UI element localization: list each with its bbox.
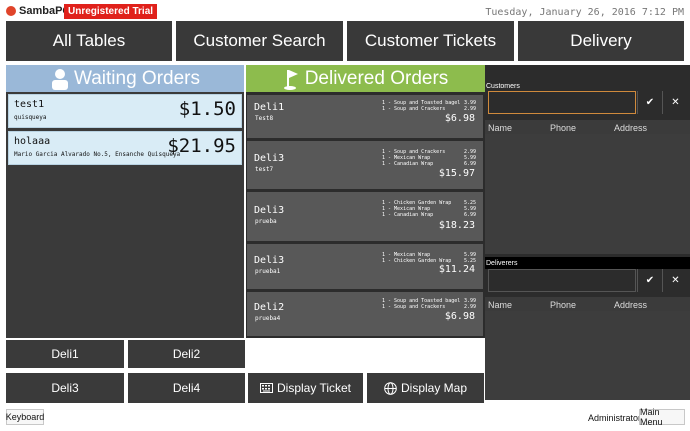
order-line: 1 - Soup and Crackers 2.99 [382,106,476,112]
order-customer: prueba1 [255,268,281,275]
order-total: $18.23 [438,220,475,231]
order-total: $6.98 [444,113,475,124]
confirm-deliverer-button[interactable]: ✔ [637,269,662,292]
order-address: quisqueya [14,114,47,121]
display-ticket-button[interactable]: Display Ticket [248,373,363,403]
order-total: $6.98 [444,311,475,322]
delivered-order-card[interactable]: Deli3 test7 1 - Soup and Crackers 2.99 1 … [247,141,483,189]
main-menu-button[interactable]: Main Menu [639,407,685,427]
order-deliverer: Deli1 [254,102,285,113]
order-name: test1 [14,99,45,110]
column-name: Name [488,123,513,133]
waiting-order-row[interactable]: holaaa Mario Garcia Alvarado No.5, Ensan… [8,131,242,165]
order-lines: 1 - Soup and Crackers 2.99 1 - Mexican Wr… [382,149,476,167]
order-address: Mario Garcia Alvarado No.5, Ensanche Qui… [14,151,181,158]
delivered-order-card[interactable]: Deli2 prueba4 1 - Soup and Toasted bagel… [247,292,483,336]
order-deliverer: Deli2 [254,302,285,313]
close-icon: ✕ [671,97,680,108]
deliverer-search-input[interactable] [488,269,636,292]
waiting-orders-header: Waiting Orders [6,65,244,92]
customers-grid-header: Name Phone Address [485,120,690,134]
order-price: $21.95 [167,135,236,157]
order-name: holaaa [14,136,51,147]
datetime-display: Tuesday, January 26, 2016 7:12 PM [485,7,684,18]
delivered-orders-header: Delivered Orders [246,65,485,92]
order-line: 1 - Soup and Crackers 2.99 [382,304,476,310]
cancel-deliverer-button[interactable]: ✕ [662,269,688,292]
column-name: Name [488,300,513,310]
column-phone: Phone [550,123,577,133]
order-total: $15.97 [438,168,475,179]
customers-grid[interactable] [485,134,690,254]
order-customer: test7 [255,166,274,173]
order-deliverer: Deli3 [254,153,285,164]
order-line: 1 - Canadian Wrap 6.99 [382,212,476,218]
deli2-button[interactable]: Deli2 [128,340,245,368]
delivered-order-card[interactable]: Deli3 prueba1 1 - Mexican Wrap 5.99 1 - C… [247,244,483,289]
customer-search-input[interactable] [488,91,636,114]
order-total: $11.24 [438,264,475,275]
order-deliverer: Deli3 [254,255,285,266]
deli3-button[interactable]: Deli3 [6,373,124,403]
customer-panel: Customers ✔ ✕ Name Phone Address Deliver… [485,65,690,400]
person-icon [52,68,68,90]
deliverers-grid-header: Name Phone Address [485,297,690,311]
waiting-orders-panel: Waiting Orders test1 quisqueya $1.50 hol… [6,65,244,338]
deliverers-label: Deliverers [486,260,518,267]
order-customer: prueba [255,218,277,225]
keyboard-icon [259,383,273,393]
current-user: Administrator [588,413,642,423]
customers-label: Customers [486,83,520,90]
column-address: Address [614,123,648,133]
order-lines: 1 - Soup and Toasted bagel 3.99 1 - Soup … [382,298,476,310]
customer-tickets-button[interactable]: Customer Tickets [347,21,514,61]
cancel-customer-button[interactable]: ✕ [662,91,688,114]
globe-icon [384,381,397,395]
golf-flag-icon [283,69,298,90]
keyboard-button[interactable]: Keyboard [6,409,44,425]
delivered-order-card[interactable]: Deli1 Test8 1 - Soup and Toasted bagel 3.… [247,95,483,138]
close-icon: ✕ [671,275,680,286]
order-customer: prueba4 [255,315,281,322]
deliverers-label-bar: Deliverers [485,257,690,269]
order-lines: 1 - Mexican Wrap 5.99 1 - Chicken Garden … [382,252,476,264]
deli1-button[interactable]: Deli1 [6,340,124,368]
waiting-orders-title: Waiting Orders [74,67,200,89]
waiting-order-row[interactable]: test1 quisqueya $1.50 [8,94,242,128]
delivery-button[interactable]: Delivery [518,21,684,61]
check-icon: ✔ [645,275,655,286]
trial-badge: Unregistered Trial [64,4,158,19]
confirm-customer-button[interactable]: ✔ [637,91,662,114]
order-customer: Test8 [255,115,274,122]
display-map-label: Display Map [400,381,468,395]
display-map-button[interactable]: Display Map [367,373,484,403]
check-icon: ✔ [645,97,655,108]
order-line: 1 - Canadian Wrap 6.99 [382,161,476,167]
display-ticket-label: Display Ticket [276,381,352,395]
order-deliverer: Deli3 [254,205,285,216]
deliverers-grid[interactable] [485,311,690,400]
order-price: $1.50 [178,98,236,120]
logo-mark-icon [6,6,16,16]
delivered-orders-panel: Delivered Orders Deli1 Test8 1 - Soup an… [246,65,485,338]
column-address: Address [614,300,648,310]
customer-search-button[interactable]: Customer Search [176,21,343,61]
all-tables-button[interactable]: All Tables [6,21,172,61]
delivered-orders-title: Delivered Orders [304,67,449,89]
delivered-order-card[interactable]: Deli3 prueba 1 - Chicken Garden Wrap 5.25… [247,192,483,241]
order-lines: 1 - Soup and Toasted bagel 3.99 1 - Soup … [382,100,476,112]
order-lines: 1 - Chicken Garden Wrap 5.25 1 - Mexican … [382,200,476,218]
column-phone: Phone [550,300,577,310]
deli4-button[interactable]: Deli4 [128,373,245,403]
